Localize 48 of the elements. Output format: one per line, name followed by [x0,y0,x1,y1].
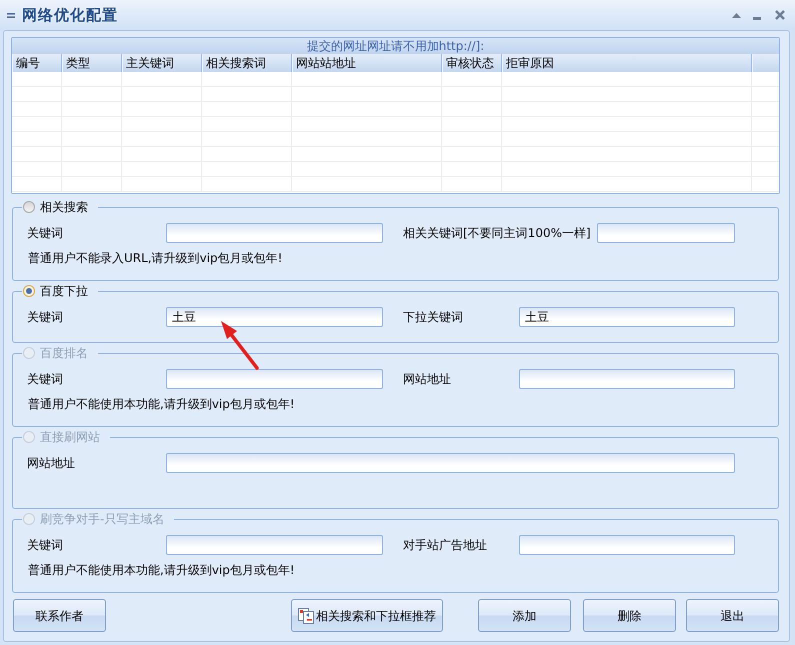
table-caption: 提交的网址网址请不用加http://]: [12,38,779,54]
document-icon [298,608,314,624]
field-label: 网站地址 [403,371,452,388]
radio-option[interactable]: 百度下拉 [23,283,88,299]
field-label: 相关关键词[不要同主词100%一样] [403,225,592,242]
caret-up-icon [732,12,740,18]
action-button[interactable]: 添加 [478,599,571,632]
text-field[interactable] [166,453,735,473]
text-field[interactable] [519,535,735,555]
action-button[interactable]: 删除 [583,599,676,632]
text-field[interactable] [166,223,383,243]
field-label: 关键词 [27,309,64,326]
radio-option: 直接刷网站 [23,429,100,445]
minimize-icon [753,17,761,20]
column-header: 网站站地址 [292,54,442,72]
field-label: 对手站广告地址 [403,537,488,554]
column-header: 主关键词 [122,54,202,72]
action-button[interactable]: 联系作者 [13,599,106,632]
radio-option: 百度排名 [23,345,88,361]
radio-option: 刷竞争对手-只写主域名 [23,511,164,527]
upgrade-notice: 普通用户不能使用本功能,请升级到vip包月或包年! [27,397,296,411]
text-field[interactable] [166,535,383,555]
text-field[interactable]: 土豆 [166,307,383,327]
field-label: 下拉关键词 [403,309,464,326]
window-title: 网络优化配置 [22,4,118,26]
column-header: 相关搜索词 [202,54,292,72]
menu-icon[interactable] [7,12,15,18]
field-label: 网站地址 [27,455,76,472]
text-field[interactable]: 土豆 [519,307,735,327]
column-header: 类型 [62,54,122,72]
field-label: 关键词 [27,225,64,242]
action-button[interactable]: 退出 [686,599,779,632]
close-icon [775,10,785,20]
column-header [752,54,779,72]
upgrade-notice: 普通用户不能使用本功能,请升级到vip包月或包年! [27,563,296,577]
radio-option[interactable]: 相关搜索 [23,199,88,215]
column-header: 审核状态 [442,54,502,72]
text-field[interactable] [519,369,735,389]
column-header: 编号 [12,54,62,72]
column-header: 拒审原因 [502,54,752,72]
text-field[interactable] [166,369,383,389]
text-field[interactable] [596,223,735,243]
upgrade-notice: 普通用户不能录入URL,请升级到vip包月或包年! [27,251,284,265]
field-label: 关键词 [27,537,64,554]
action-button[interactable]: 相关搜索和下拉框推荐 [291,599,443,632]
close-button[interactable] [773,8,787,22]
annotation-arrow [218,318,262,372]
field-label: 关键词 [27,371,64,388]
